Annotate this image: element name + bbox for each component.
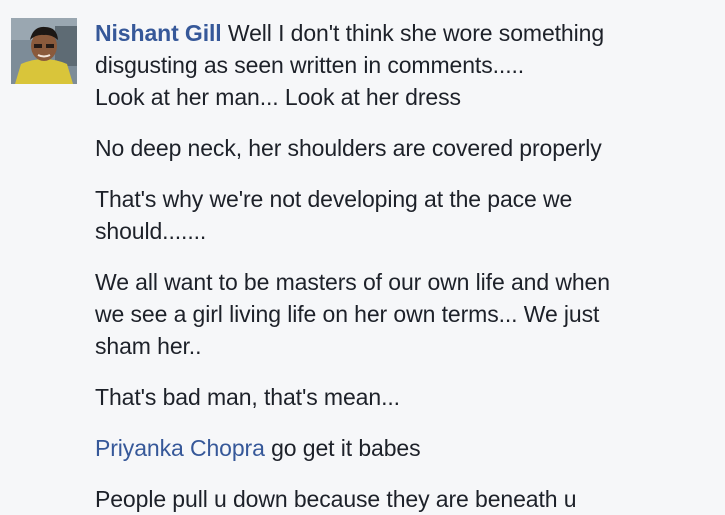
comment-paragraph: We all want to be masters of our own lif… xyxy=(95,266,715,362)
user-photo-icon xyxy=(11,18,77,84)
comment-text-line: sham her.. xyxy=(95,333,202,359)
comment-body: Nishant Gill Well I don't think she wore… xyxy=(95,17,715,515)
comment-text-line: Look at her man... Look at her dress xyxy=(95,84,461,110)
comment-text-line: That's why we're not developing at the p… xyxy=(95,186,573,212)
comment-mention-paragraph: Priyanka Chopra go get it babes xyxy=(95,432,715,464)
comment-text-line: We all want to be masters of our own lif… xyxy=(95,269,610,295)
author-name-link[interactable]: Nishant Gill xyxy=(95,20,222,46)
comment-paragraph: That's why we're not developing at the p… xyxy=(95,183,715,247)
comment-intro: Nishant Gill Well I don't think she wore… xyxy=(95,17,715,113)
avatar[interactable] xyxy=(11,18,77,84)
comment-text-line: we see a girl living life on her own ter… xyxy=(95,301,600,327)
comment-paragraph: That's bad man, that's mean... xyxy=(95,381,715,413)
comment-paragraph: No deep neck, her shoulders are covered … xyxy=(95,132,715,164)
comment-text-line: should....... xyxy=(95,218,207,244)
comment-text-line: Well I don't think she wore something xyxy=(221,20,605,46)
comment-text-line: That's bad man, that's mean... xyxy=(95,384,400,410)
comment-text-line: No deep neck, her shoulders are covered … xyxy=(95,135,602,161)
comment-paragraph: People pull u down because they are bene… xyxy=(95,483,715,515)
comment-text-line: disgusting as seen written in comments..… xyxy=(95,52,525,78)
mention-link[interactable]: Priyanka Chopra xyxy=(95,435,265,461)
comment: Nishant Gill Well I don't think she wore… xyxy=(0,0,725,515)
comment-text-line: go get it babes xyxy=(264,435,421,461)
comment-text-line: People pull u down because they are bene… xyxy=(95,486,577,512)
